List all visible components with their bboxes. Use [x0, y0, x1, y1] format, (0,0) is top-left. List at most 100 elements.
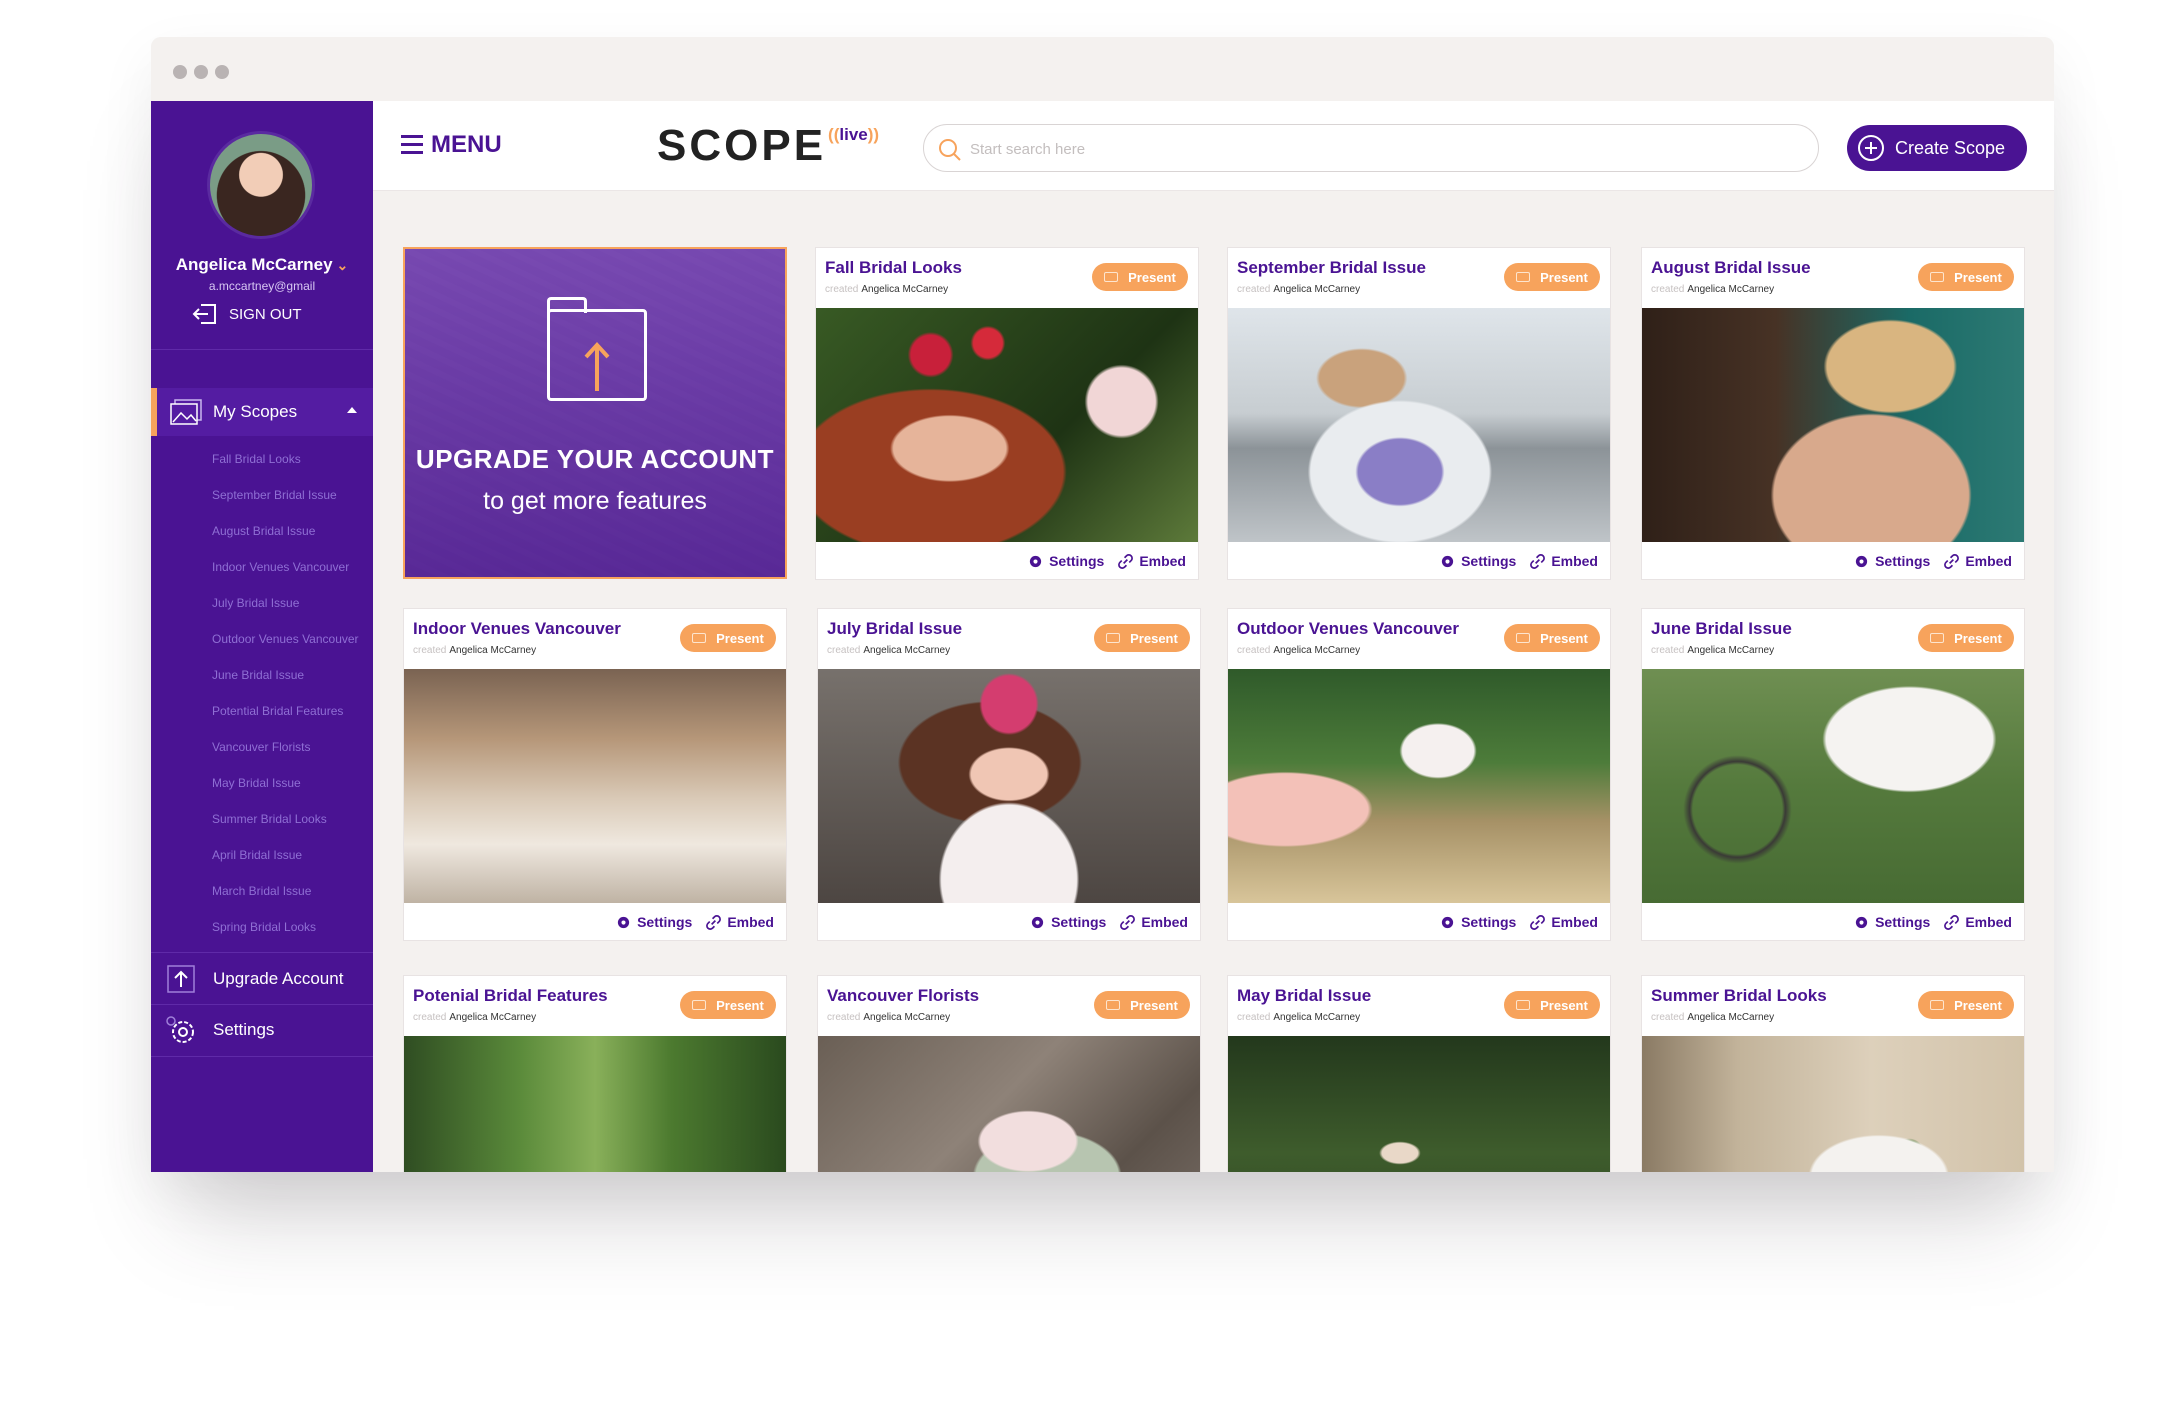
sidebar-item-scope[interactable]: Indoor Venues Vancouver [212, 549, 359, 585]
settings-link[interactable]: Settings [616, 914, 692, 930]
card-image[interactable] [404, 1036, 786, 1172]
present-button[interactable]: Present [1094, 991, 1190, 1019]
card-title[interactable]: September Bridal Issue [1237, 258, 1426, 278]
card-image[interactable] [1642, 669, 2024, 903]
caret-up-icon[interactable] [347, 407, 357, 413]
embed-link[interactable]: Embed [1120, 914, 1188, 930]
avatar[interactable] [207, 131, 315, 239]
link-icon [1944, 553, 1960, 569]
card-title[interactable]: August Bridal Issue [1651, 258, 1811, 278]
present-icon [1516, 633, 1531, 643]
sidebar-item-scope[interactable]: Spring Bridal Looks [212, 909, 359, 945]
present-button[interactable]: Present [1504, 991, 1600, 1019]
present-button[interactable]: Present [1092, 263, 1188, 291]
settings-link[interactable]: Settings [1854, 914, 1930, 930]
sidebar-item-scope[interactable]: June Bridal Issue [212, 657, 359, 693]
settings-label: Settings [1461, 553, 1517, 569]
user-name[interactable]: Angelica McCarney ⌄ [151, 255, 373, 275]
top-bar: MENU SCOPE ((live)) Create Scope [373, 101, 2054, 191]
embed-link[interactable]: Embed [1530, 914, 1598, 930]
present-button[interactable]: Present [1504, 624, 1600, 652]
card-image[interactable] [404, 669, 786, 903]
card-image[interactable] [818, 1036, 1200, 1172]
settings-link[interactable]: Settings [1440, 553, 1516, 569]
present-icon [1104, 272, 1119, 282]
settings-link[interactable]: Settings [1028, 553, 1104, 569]
present-button[interactable]: Present [1918, 624, 2014, 652]
sidebar-item-scope[interactable]: Fall Bridal Looks [212, 441, 359, 477]
search-input[interactable] [970, 135, 1790, 163]
card-title[interactable]: July Bridal Issue [827, 619, 962, 639]
card-image[interactable] [818, 669, 1200, 903]
card-title[interactable]: Summer Bridal Looks [1651, 986, 1827, 1006]
scope-card: Vancouver Florists created Angelica McCar… [817, 975, 1201, 1172]
embed-link[interactable]: Embed [706, 914, 774, 930]
sidebar-item-scope[interactable]: Potential Bridal Features [212, 693, 359, 729]
link-icon [1120, 914, 1136, 930]
card-image[interactable] [1228, 669, 1610, 903]
sidebar-item-scope[interactable]: March Bridal Issue [212, 873, 359, 909]
present-label: Present [1954, 997, 2002, 1013]
chevron-down-icon[interactable]: ⌄ [337, 257, 349, 273]
card-image[interactable] [1228, 308, 1610, 542]
embed-link[interactable]: Embed [1944, 914, 2012, 930]
card-image[interactable] [816, 308, 1198, 542]
present-label: Present [1540, 630, 1588, 646]
hamburger-icon [401, 135, 423, 155]
card-created: created Angelica McCarney [825, 284, 948, 295]
sidebar-item-scope[interactable]: Summer Bridal Looks [212, 801, 359, 837]
search-bar[interactable] [923, 124, 1819, 172]
window-close-dot[interactable] [173, 65, 187, 79]
sidebar-item-my-scopes[interactable]: My Scopes [151, 388, 373, 436]
sign-out-button[interactable]: SIGN OUT [191, 301, 302, 327]
embed-link[interactable]: Embed [1530, 553, 1598, 569]
card-title[interactable]: Fall Bridal Looks [825, 258, 962, 278]
settings-link[interactable]: Settings [1030, 914, 1106, 930]
logo-text: SCOPE [657, 121, 827, 170]
sidebar-item-upgrade[interactable]: Upgrade Account [151, 954, 373, 1004]
create-scope-label: Create Scope [1895, 137, 2006, 158]
create-scope-button[interactable]: Create Scope [1847, 125, 2027, 171]
scope-card: Indoor Venues Vancouver created Angelica … [403, 608, 787, 941]
upload-icon [167, 965, 195, 993]
settings-link[interactable]: Settings [1854, 553, 1930, 569]
present-button[interactable]: Present [1094, 624, 1190, 652]
scope-card: Outdoor Venues Vancouver created Angelica… [1227, 608, 1611, 941]
settings-link[interactable]: Settings [1440, 914, 1516, 930]
sidebar-item-scope[interactable]: August Bridal Issue [212, 513, 359, 549]
menu-button[interactable]: MENU [401, 131, 502, 159]
card-author: Angelica McCarney [449, 1012, 537, 1023]
sidebar-item-scope[interactable]: Outdoor Venues Vancouver [212, 621, 359, 657]
window-maximize-dot[interactable] [215, 65, 229, 79]
card-title[interactable]: Vancouver Florists [827, 986, 979, 1006]
embed-label: Embed [1965, 553, 2012, 569]
card-image[interactable] [1642, 1036, 2024, 1172]
present-button[interactable]: Present [1504, 263, 1600, 291]
card-title[interactable]: June Bridal Issue [1651, 619, 1792, 639]
card-author: Angelica McCarney [1687, 1012, 1775, 1023]
present-button[interactable]: Present [680, 624, 776, 652]
sidebar-item-scope[interactable]: April Bridal Issue [212, 837, 359, 873]
sidebar-item-scope[interactable]: September Bridal Issue [212, 477, 359, 513]
embed-link[interactable]: Embed [1118, 553, 1186, 569]
card-image[interactable] [1642, 308, 2024, 542]
sidebar-item-scope[interactable]: May Bridal Issue [212, 765, 359, 801]
sidebar-item-scope[interactable]: Vancouver Florists [212, 729, 359, 765]
card-title[interactable]: May Bridal Issue [1237, 986, 1371, 1006]
scope-card: August Bridal Issue created Angelica McCa… [1641, 247, 2025, 580]
upgrade-account-card[interactable]: UPGRADE YOUR ACCOUNT to get more feature… [403, 247, 787, 579]
card-author: Angelica McCarney [449, 645, 537, 656]
window-minimize-dot[interactable] [194, 65, 208, 79]
present-button[interactable]: Present [1918, 263, 2014, 291]
card-title[interactable]: Outdoor Venues Vancouver [1237, 619, 1459, 639]
present-button[interactable]: Present [1918, 991, 2014, 1019]
card-actions: Settings Embed [1028, 553, 1186, 569]
card-title[interactable]: Potenial Bridal Features [413, 986, 608, 1006]
present-button[interactable]: Present [680, 991, 776, 1019]
card-created: created Angelica McCarney [1237, 1012, 1360, 1023]
card-image[interactable] [1228, 1036, 1610, 1172]
sidebar-item-settings[interactable]: Settings [151, 1005, 373, 1055]
embed-link[interactable]: Embed [1944, 553, 2012, 569]
sidebar-item-scope[interactable]: July Bridal Issue [212, 585, 359, 621]
card-title[interactable]: Indoor Venues Vancouver [413, 619, 621, 639]
